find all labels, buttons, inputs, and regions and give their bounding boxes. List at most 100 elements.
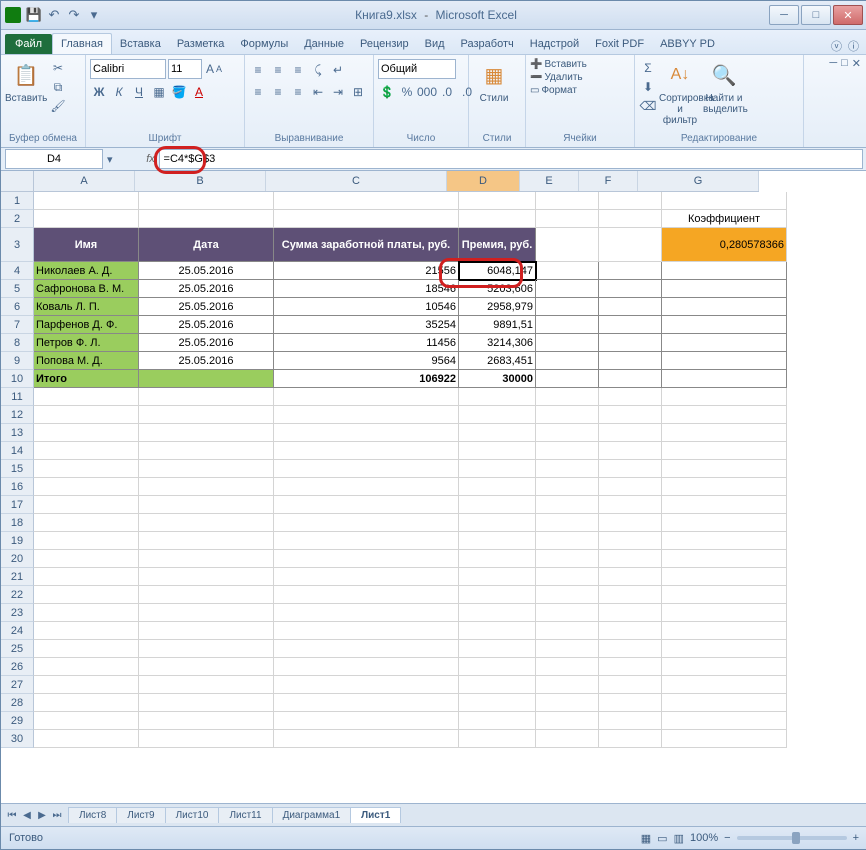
- total-salary[interactable]: 106922: [274, 370, 459, 388]
- format-cells-button[interactable]: ▭Формат: [530, 85, 577, 96]
- row-header-2[interactable]: 2: [1, 210, 34, 228]
- italic-icon[interactable]: К: [110, 83, 128, 101]
- header-date[interactable]: Дата: [139, 228, 274, 262]
- bonus-cell-4[interactable]: 6048,147: [459, 262, 536, 280]
- name-cell-5[interactable]: Сафронова В. М.: [34, 280, 139, 298]
- cell-B23[interactable]: [139, 604, 274, 622]
- insert-cells-button[interactable]: ➕Вставить: [530, 59, 587, 70]
- sheet-tab-Лист11[interactable]: Лист11: [218, 807, 272, 823]
- cell-C28[interactable]: [274, 694, 459, 712]
- tab-разметка[interactable]: Разметка: [169, 34, 233, 54]
- bonus-cell-9[interactable]: 2683,451: [459, 352, 536, 370]
- row-header-3[interactable]: 3: [1, 228, 34, 262]
- cell-C14[interactable]: [274, 442, 459, 460]
- number-format-select[interactable]: Общий: [378, 59, 456, 79]
- cell-G29[interactable]: [662, 712, 787, 730]
- row-header-24[interactable]: 24: [1, 622, 34, 640]
- doc-restore-icon[interactable]: □: [841, 57, 848, 70]
- cell-B29[interactable]: [139, 712, 274, 730]
- name-cell-6[interactable]: Коваль Л. П.: [34, 298, 139, 316]
- cell-E12[interactable]: [536, 406, 599, 424]
- cell-G26[interactable]: [662, 658, 787, 676]
- cell-D27[interactable]: [459, 676, 536, 694]
- cell-F17[interactable]: [599, 496, 662, 514]
- cell-E5[interactable]: [536, 280, 599, 298]
- cell-D11[interactable]: [459, 388, 536, 406]
- coef-header[interactable]: Коэффициент: [662, 210, 787, 228]
- indent-increase-icon[interactable]: ⇥: [329, 83, 347, 101]
- cell-F6[interactable]: [599, 298, 662, 316]
- cell-A21[interactable]: [34, 568, 139, 586]
- cell-E20[interactable]: [536, 550, 599, 568]
- tab-рецензир[interactable]: Рецензир: [352, 34, 417, 54]
- total-date[interactable]: [139, 370, 274, 388]
- total-bonus[interactable]: 30000: [459, 370, 536, 388]
- cell-A26[interactable]: [34, 658, 139, 676]
- row-header-25[interactable]: 25: [1, 640, 34, 658]
- cell-E19[interactable]: [536, 532, 599, 550]
- date-cell-9[interactable]: 25.05.2016: [139, 352, 274, 370]
- cut-icon[interactable]: ✂: [49, 59, 67, 77]
- tab-главная[interactable]: Главная: [52, 33, 112, 54]
- cell-B21[interactable]: [139, 568, 274, 586]
- cell-E22[interactable]: [536, 586, 599, 604]
- cell-C23[interactable]: [274, 604, 459, 622]
- find-select-button[interactable]: 🔍Найти и выделить: [703, 59, 745, 115]
- cell-G18[interactable]: [662, 514, 787, 532]
- cell-E18[interactable]: [536, 514, 599, 532]
- cell-E26[interactable]: [536, 658, 599, 676]
- row-header-30[interactable]: 30: [1, 730, 34, 748]
- cell-E28[interactable]: [536, 694, 599, 712]
- cell-G6[interactable]: [662, 298, 787, 316]
- name-cell-8[interactable]: Петров Ф. Л.: [34, 334, 139, 352]
- cell-B1[interactable]: [139, 192, 274, 210]
- redo-icon[interactable]: ↷: [65, 6, 83, 24]
- row-header-22[interactable]: 22: [1, 586, 34, 604]
- salary-cell-8[interactable]: 11456: [274, 334, 459, 352]
- row-header-27[interactable]: 27: [1, 676, 34, 694]
- cell-E17[interactable]: [536, 496, 599, 514]
- cell-A23[interactable]: [34, 604, 139, 622]
- percent-icon[interactable]: %: [398, 83, 416, 101]
- row-header-20[interactable]: 20: [1, 550, 34, 568]
- font-name-select[interactable]: Calibri: [90, 59, 166, 79]
- cell-F8[interactable]: [599, 334, 662, 352]
- row-header-29[interactable]: 29: [1, 712, 34, 730]
- cell-D22[interactable]: [459, 586, 536, 604]
- coef-value[interactable]: 0,280578366: [662, 228, 787, 262]
- row-header-18[interactable]: 18: [1, 514, 34, 532]
- cell-A24[interactable]: [34, 622, 139, 640]
- cell-B15[interactable]: [139, 460, 274, 478]
- cell-F18[interactable]: [599, 514, 662, 532]
- cell-F19[interactable]: [599, 532, 662, 550]
- cell-F11[interactable]: [599, 388, 662, 406]
- cell-A11[interactable]: [34, 388, 139, 406]
- cell-E6[interactable]: [536, 298, 599, 316]
- cell-B24[interactable]: [139, 622, 274, 640]
- cell-E13[interactable]: [536, 424, 599, 442]
- cell-F12[interactable]: [599, 406, 662, 424]
- zoom-out-icon[interactable]: −: [724, 832, 730, 844]
- underline-icon[interactable]: Ч: [130, 83, 148, 101]
- cell-C30[interactable]: [274, 730, 459, 748]
- select-all-corner[interactable]: [1, 171, 34, 192]
- cell-F25[interactable]: [599, 640, 662, 658]
- close-button[interactable]: ✕: [833, 5, 863, 25]
- border-icon[interactable]: ▦: [150, 83, 168, 101]
- col-header-E[interactable]: E: [520, 171, 579, 191]
- cell-D25[interactable]: [459, 640, 536, 658]
- cell-G21[interactable]: [662, 568, 787, 586]
- cell-F9[interactable]: [599, 352, 662, 370]
- cell-C16[interactable]: [274, 478, 459, 496]
- name-cell-9[interactable]: Попова М. Д.: [34, 352, 139, 370]
- row-header-11[interactable]: 11: [1, 388, 34, 406]
- maximize-button[interactable]: □: [801, 5, 831, 25]
- row-header-17[interactable]: 17: [1, 496, 34, 514]
- salary-cell-4[interactable]: 21556: [274, 262, 459, 280]
- cell-D12[interactable]: [459, 406, 536, 424]
- tab-abbyy pd[interactable]: ABBYY PD: [652, 34, 723, 54]
- cell-C22[interactable]: [274, 586, 459, 604]
- indent-decrease-icon[interactable]: ⇤: [309, 83, 327, 101]
- minimize-ribbon-icon[interactable]: ⓥ: [831, 38, 842, 54]
- cell-C24[interactable]: [274, 622, 459, 640]
